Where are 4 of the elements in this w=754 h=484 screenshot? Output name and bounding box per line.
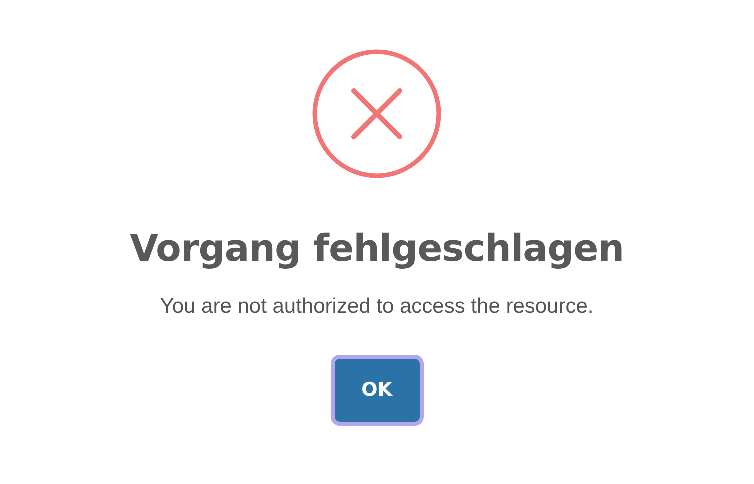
error-x-icon [312, 49, 442, 179]
dialog-message: You are not authorized to access the resource. [160, 294, 594, 320]
ok-button[interactable]: OK [334, 358, 420, 422]
dialog-title: Vorgang fehlgeschlagen [130, 227, 624, 272]
